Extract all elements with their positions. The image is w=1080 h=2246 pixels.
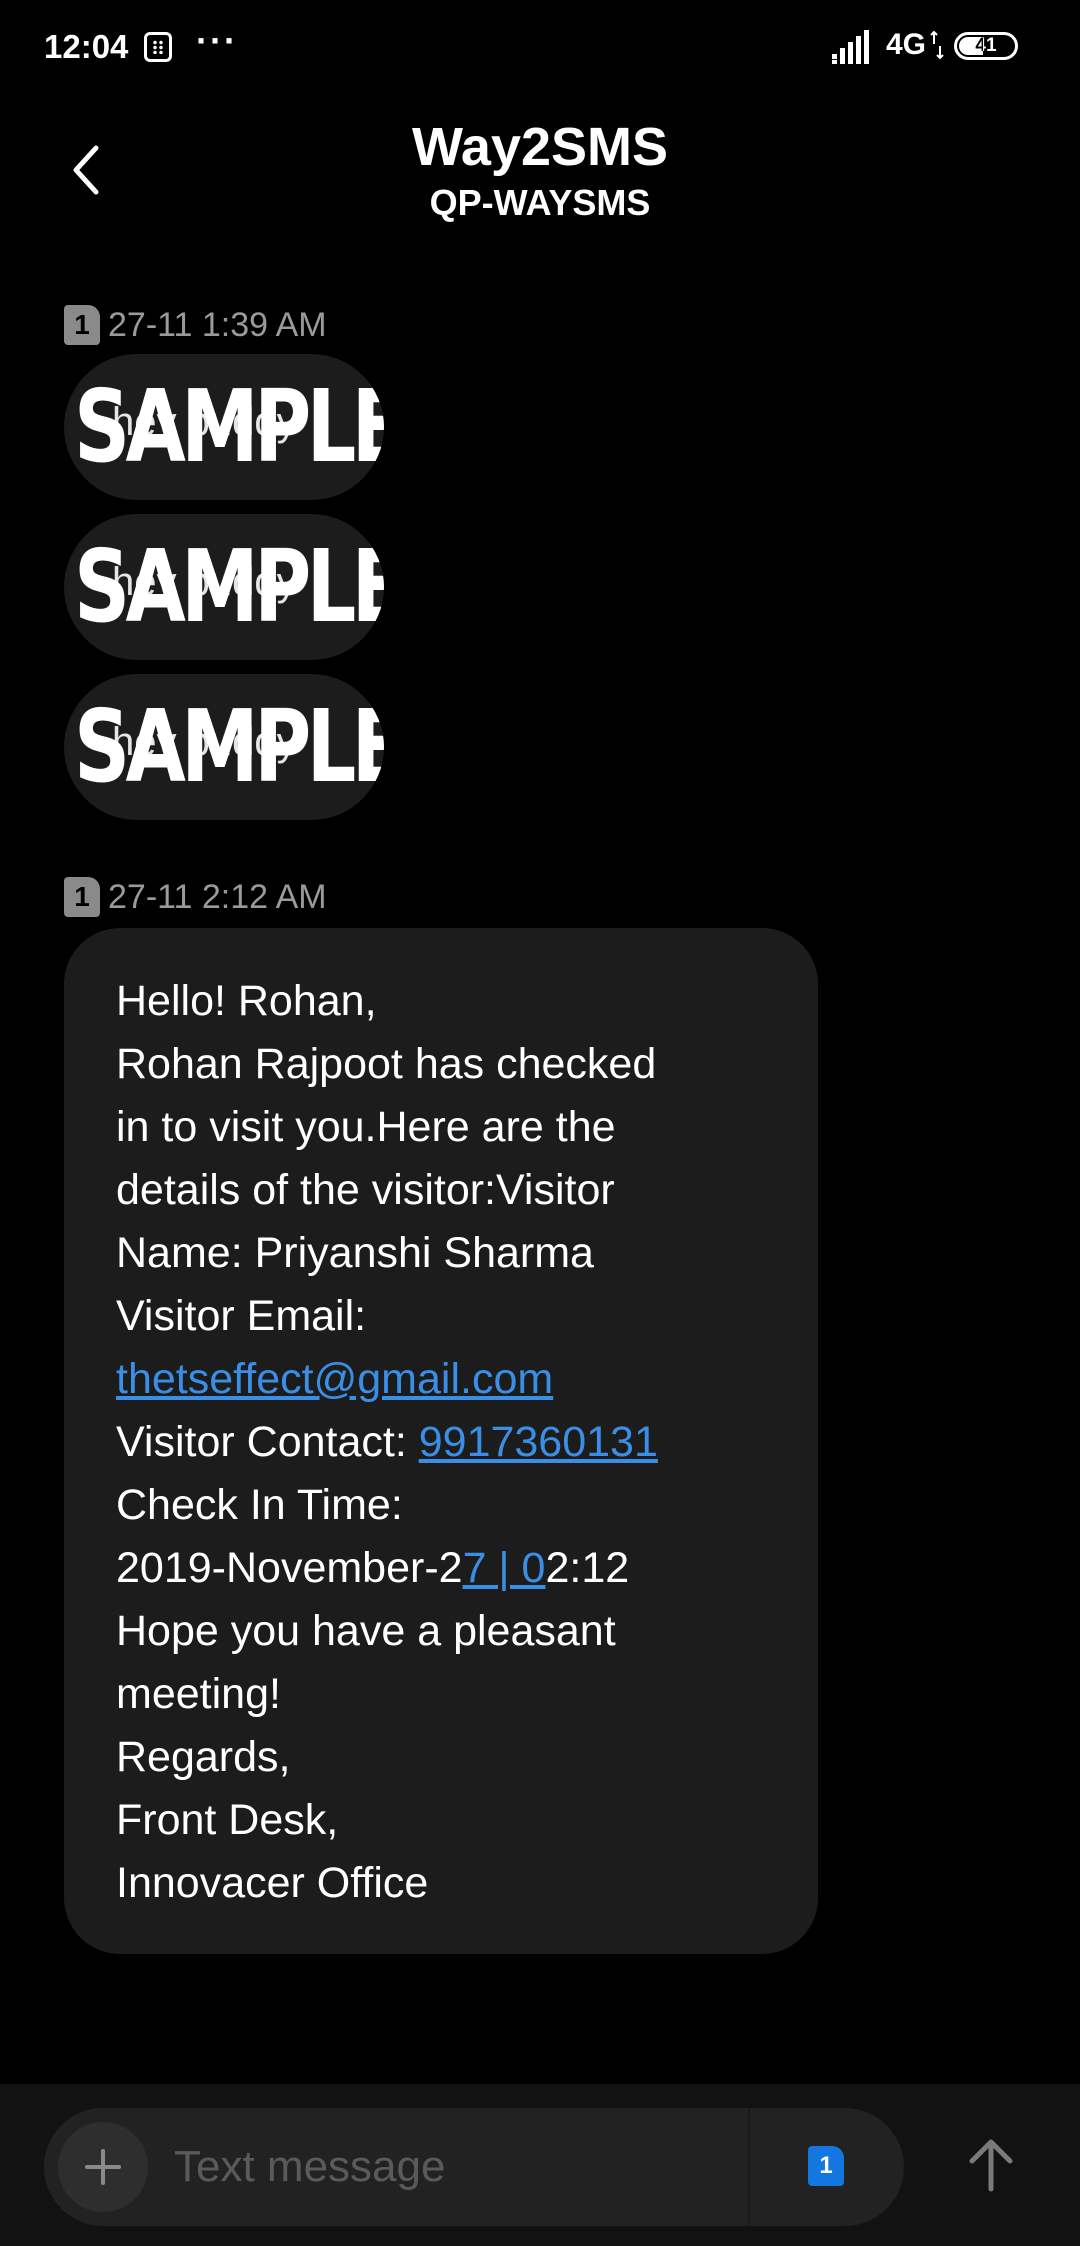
status-bar: 12:04 ··· 4G 41 <box>0 0 1080 92</box>
arrow-up-icon <box>969 2139 1013 2192</box>
sim-select-button[interactable]: 1 <box>808 2146 844 2186</box>
message-line: in to visit you.Here are the <box>116 1103 616 1151</box>
compose-bar: 1 <box>0 2084 1080 2246</box>
message-line: Hope you have a pleasant <box>116 1607 616 1655</box>
sim-card-icon <box>144 32 172 62</box>
message-group: 1 27-11 1:39 AM hey buddy SAMPLE hey bud… <box>64 300 384 820</box>
timestamp-text: 27-11 1:39 AM <box>108 305 327 344</box>
contact-address: QP-WAYSMS <box>429 182 651 223</box>
send-button[interactable] <box>956 2130 1026 2200</box>
timestamp-text: 27-11 2:12 AM <box>108 877 327 916</box>
contact-name: Way2SMS <box>411 117 669 177</box>
message-bubble[interactable]: Hello! Rohan, Rohan Rajpoot has checked … <box>64 928 818 1954</box>
status-time: 12:04 <box>44 28 129 65</box>
phone-link[interactable]: 9917360131 <box>419 1418 658 1466</box>
message-line: Innovacer Office <box>116 1859 429 1907</box>
sample-watermark: SAMPLE <box>74 688 384 805</box>
contact-label: Visitor Contact: <box>116 1418 419 1466</box>
conversation-header: Way2SMS QP-WAYSMS <box>0 100 1080 240</box>
network-type: 4G <box>886 28 927 61</box>
time-text: 2:12 <box>545 1544 630 1592</box>
email-link[interactable]: thetseffect@gmail.com <box>116 1355 553 1403</box>
message-group: 1 27-11 2:12 AM <box>64 872 327 922</box>
more-notifications-icon: ··· <box>196 20 238 61</box>
message-bubble[interactable]: hey buddy SAMPLE <box>64 354 384 500</box>
battery-level: 41 <box>975 35 997 56</box>
plus-icon <box>85 2149 121 2185</box>
signal-icon <box>832 30 869 64</box>
message-line: Check In Time: <box>116 1481 403 1529</box>
sim-1-icon: 1 <box>64 877 100 917</box>
message-line: Rohan Rajpoot has checked <box>116 1040 657 1088</box>
message-bubble[interactable]: hey buddy SAMPLE <box>64 514 384 660</box>
sim-1-icon: 1 <box>64 305 100 345</box>
compose-field-container: 1 <box>44 2108 904 2226</box>
sample-watermark: SAMPLE <box>74 368 384 485</box>
date-link[interactable]: 7 | 0 <box>463 1544 546 1592</box>
message-line: Front Desk, <box>116 1796 339 1844</box>
message-line: Regards, <box>116 1733 291 1781</box>
message-input[interactable] <box>172 2134 756 2200</box>
message-timestamp: 1 27-11 1:39 AM <box>64 300 384 350</box>
message-line: Name: Priyanshi Sharma <box>116 1229 594 1277</box>
divider <box>748 2108 750 2226</box>
message-line: Hello! Rohan, <box>116 977 377 1025</box>
message-line: 2019-November-27 | 02:12 <box>116 1537 766 1600</box>
sample-watermark: SAMPLE <box>74 528 384 645</box>
add-attachment-button[interactable] <box>58 2122 148 2212</box>
message-line: thetseffect@gmail.com <box>116 1348 766 1411</box>
message-line: meeting! <box>116 1670 281 1718</box>
message-bubble[interactable]: hey buddy SAMPLE <box>64 674 384 820</box>
battery-icon: 41 <box>954 32 1018 60</box>
message-line: Visitor Contact: 9917360131 <box>116 1411 766 1474</box>
data-activity-icon <box>930 30 944 60</box>
message-timestamp: 1 27-11 2:12 AM <box>64 872 327 922</box>
date-text: 2019-November-2 <box>116 1544 463 1592</box>
message-line: Visitor Email: <box>116 1292 367 1340</box>
message-line: details of the visitor:Visitor <box>116 1166 615 1214</box>
